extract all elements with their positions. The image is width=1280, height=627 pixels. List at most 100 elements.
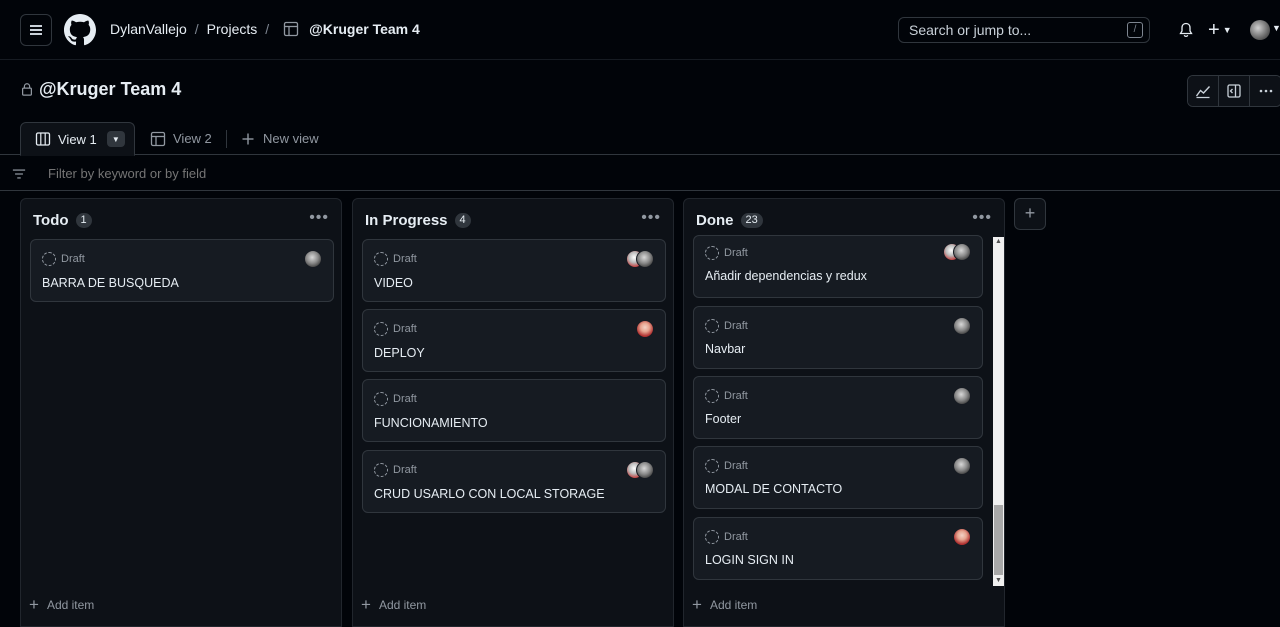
insights-button[interactable] <box>1188 76 1219 106</box>
card-assignees <box>953 457 971 475</box>
card-assignees <box>304 250 322 268</box>
user-avatar[interactable] <box>1250 20 1270 40</box>
column-count-badge: 4 <box>454 213 471 228</box>
card[interactable]: Draft Navbar <box>693 306 983 369</box>
breadcrumb: DylanVallejo / Projects / @Kruger Team 4 <box>110 21 420 37</box>
column-in-progress: In Progress 4 ••• Draft VIDEO Draft DEPL… <box>352 198 674 627</box>
avatar[interactable] <box>953 317 971 335</box>
add-item-button[interactable]: + Add item <box>361 595 427 614</box>
card-status-label: Draft <box>724 247 748 259</box>
card-title[interactable]: Añadir dependencias y redux <box>705 269 867 283</box>
kebab-icon <box>1259 89 1272 93</box>
avatar[interactable] <box>636 461 654 479</box>
avatar[interactable] <box>636 320 654 338</box>
add-item-label: Add item <box>709 598 758 612</box>
search-shortcut-key: / <box>1127 22 1143 38</box>
column-options-button[interactable]: ••• <box>309 210 329 226</box>
lock-icon <box>22 83 32 96</box>
board-icon <box>35 132 51 146</box>
menu-button[interactable] <box>20 14 52 46</box>
breadcrumb-current-project[interactable]: @Kruger Team 4 <box>309 21 420 37</box>
card-status-label: Draft <box>724 531 748 543</box>
card-title[interactable]: VIDEO <box>374 276 413 290</box>
card-status: Draft <box>705 246 748 260</box>
plus-icon: + <box>1024 203 1036 223</box>
chevron-down-icon[interactable]: ▼ <box>1272 23 1280 33</box>
side-panel-button[interactable] <box>1219 76 1250 106</box>
draft-icon <box>705 319 719 333</box>
card-title[interactable]: DEPLOY <box>374 346 425 360</box>
page-title: @Kruger Team 4 <box>39 79 182 99</box>
tab-label: View 1 <box>58 131 97 147</box>
card-status: Draft <box>374 322 417 336</box>
search-placeholder: Search or jump to... <box>909 22 1032 38</box>
chevron-down-icon: ▼ <box>1222 25 1232 35</box>
card-status: Draft <box>374 252 417 266</box>
avatar[interactable] <box>953 528 971 546</box>
top-navbar: DylanVallejo / Projects / @Kruger Team 4… <box>0 0 1280 60</box>
card[interactable]: Draft Footer <box>693 376 983 439</box>
create-new-button[interactable]: + ▼ <box>1208 20 1232 40</box>
tab-view-2[interactable]: View 2 <box>150 122 212 155</box>
column-done: Done 23 ••• Draft Añadir dependencias y … <box>683 198 1005 627</box>
draft-icon <box>374 463 388 477</box>
card-status: Draft <box>374 392 417 406</box>
new-view-button[interactable]: New view <box>240 122 319 155</box>
filter-input[interactable] <box>48 166 448 181</box>
kebab-icon: ••• <box>309 209 329 226</box>
card-title[interactable]: CRUD USARLO CON LOCAL STORAGE <box>374 487 605 501</box>
card-assignees <box>943 243 971 261</box>
add-item-label: Add item <box>378 598 427 612</box>
column-options-button[interactable]: ••• <box>972 210 992 226</box>
search-input[interactable]: Search or jump to... / <box>898 17 1150 43</box>
card[interactable]: Draft LOGIN SIGN IN <box>693 517 983 580</box>
scrollbar-thumb[interactable] <box>994 505 1003 575</box>
tab-options-dropdown[interactable]: ▼ <box>106 131 125 147</box>
filter-icon <box>12 169 26 179</box>
card[interactable]: Draft Añadir dependencias y redux <box>693 235 983 298</box>
breadcrumb-projects[interactable]: Projects <box>207 21 258 37</box>
card[interactable]: Draft DEPLOY <box>362 309 666 372</box>
card-assignees <box>626 250 654 268</box>
breadcrumb-owner[interactable]: DylanVallejo <box>110 21 187 37</box>
plus-icon: + <box>361 595 371 614</box>
card-status-label: Draft <box>393 393 417 405</box>
card[interactable]: Draft CRUD USARLO CON LOCAL STORAGE <box>362 450 666 513</box>
bell-icon[interactable] <box>1178 22 1194 38</box>
card-title[interactable]: MODAL DE CONTACTO <box>705 482 842 496</box>
add-item-button[interactable]: + Add item <box>692 596 758 613</box>
column-scrollbar[interactable]: ▲ ▼ <box>993 237 1004 586</box>
column-header: In Progress 4 <box>365 212 471 229</box>
card-title[interactable]: Navbar <box>705 342 745 356</box>
card[interactable]: Draft VIDEO <box>362 239 666 302</box>
avatar[interactable] <box>953 243 971 261</box>
tab-divider <box>226 130 227 148</box>
card-assignees <box>953 528 971 546</box>
avatar[interactable] <box>953 457 971 475</box>
more-options-button[interactable] <box>1250 76 1280 106</box>
card-status-label: Draft <box>393 253 417 265</box>
avatar[interactable] <box>304 250 322 268</box>
draft-icon <box>705 459 719 473</box>
card[interactable]: Draft FUNCIONAMIENTO <box>362 379 666 442</box>
scroll-up-arrow-icon[interactable]: ▲ <box>993 237 1004 247</box>
avatar[interactable] <box>953 387 971 405</box>
column-count-badge: 1 <box>75 213 92 228</box>
card-title[interactable]: FUNCIONAMIENTO <box>374 416 488 430</box>
github-logo-icon[interactable] <box>64 14 96 46</box>
card[interactable]: Draft MODAL DE CONTACTO <box>693 446 983 509</box>
draft-icon <box>374 322 388 336</box>
card-title[interactable]: BARRA DE BUSQUEDA <box>42 276 179 290</box>
card-status: Draft <box>42 252 85 266</box>
scroll-down-arrow-icon[interactable]: ▼ <box>993 576 1004 586</box>
avatar[interactable] <box>636 250 654 268</box>
draft-icon <box>705 389 719 403</box>
add-column-button[interactable]: + <box>1014 198 1046 230</box>
tab-view-1[interactable]: View 1 ▼ <box>20 122 135 156</box>
add-item-button[interactable]: + Add item <box>29 596 94 613</box>
card[interactable]: Draft BARRA DE BUSQUEDA <box>30 239 334 302</box>
card-title[interactable]: Footer <box>705 412 741 426</box>
card-title[interactable]: LOGIN SIGN IN <box>705 553 794 567</box>
column-title: Todo <box>33 212 69 229</box>
column-options-button[interactable]: ••• <box>641 210 661 226</box>
